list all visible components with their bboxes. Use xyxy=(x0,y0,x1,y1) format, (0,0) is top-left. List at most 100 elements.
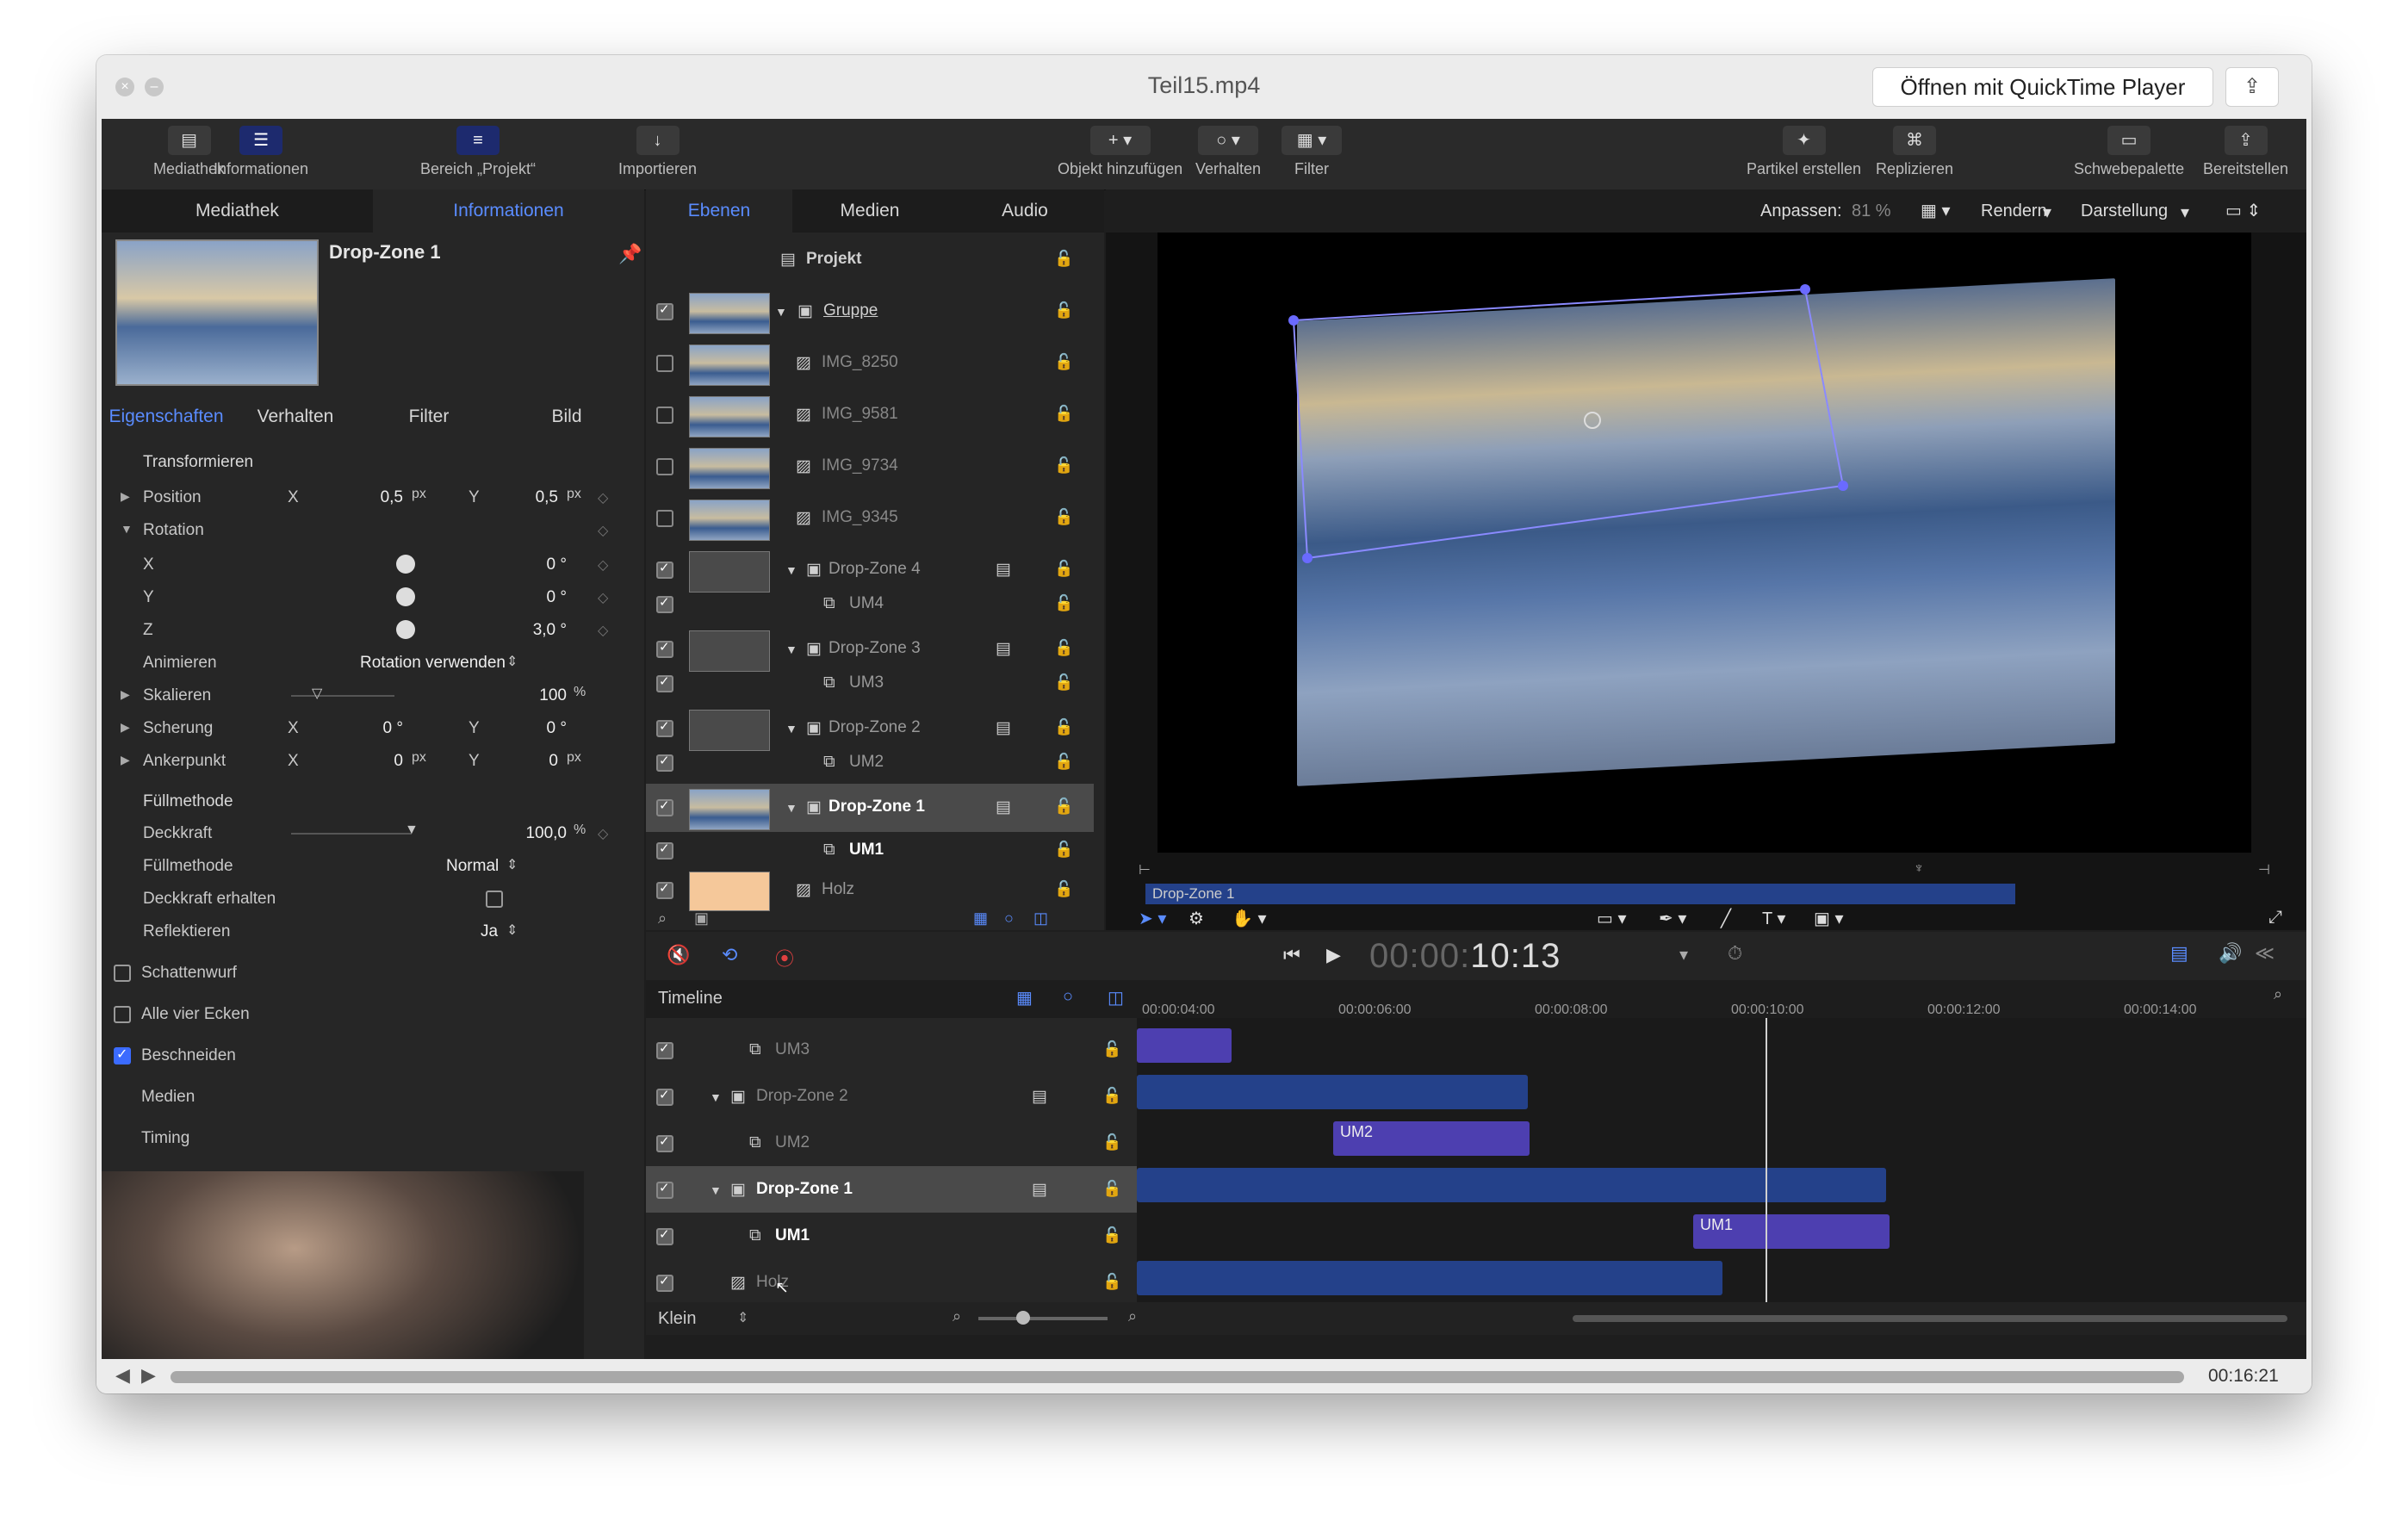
lock-icon[interactable]: 🔓 xyxy=(1054,250,1073,268)
timing-icon[interactable]: ⏱ xyxy=(1728,942,1742,965)
informationen-button[interactable]: ☰ Informationen xyxy=(214,126,308,178)
timecode-display[interactable]: 00:00:10:13 xyxy=(1369,937,1561,976)
layer-holz[interactable]: ▨ Holz 🔓 xyxy=(646,872,1094,911)
keyframe-editor-icon[interactable]: ≪ xyxy=(2255,942,2275,965)
schwebepalette-button[interactable]: ▭ Schwebepalette xyxy=(2074,126,2184,178)
lock-icon[interactable]: 🔓 xyxy=(1054,508,1073,526)
mini-timeline-bar[interactable]: Drop-Zone 1 xyxy=(1145,884,2015,904)
transform-handles[interactable] xyxy=(1106,189,2306,930)
search-icon[interactable]: ⌕ xyxy=(658,909,667,928)
zoom-slider-thumb[interactable] xyxy=(1016,1311,1030,1325)
timeline-row-drop-zone-2[interactable]: ▼ ▣ Drop-Zone 2 ▤ 🔓 xyxy=(646,1073,1137,1120)
tab-ebenen[interactable]: Ebenen xyxy=(646,189,792,233)
timeline-toggle-icon[interactable]: ▤ xyxy=(2170,942,2188,965)
pin-icon[interactable]: 📌 xyxy=(618,243,642,265)
layout-icon[interactable]: ▣ xyxy=(694,909,709,928)
layer-checkbox[interactable] xyxy=(656,1040,673,1059)
play-icon[interactable]: ▶ xyxy=(141,1364,156,1387)
disclosure-open-icon[interactable]: ▼ xyxy=(710,1090,722,1104)
timeline-row-um1[interactable]: ⧉ UM1 🔓 xyxy=(646,1213,1137,1259)
disclosure-icon[interactable]: ▶ xyxy=(121,720,130,735)
lock-icon[interactable]: 🔓 xyxy=(1054,405,1073,423)
disclosure-open-icon[interactable]: ▼ xyxy=(785,801,797,815)
lock-icon[interactable]: 🔓 xyxy=(1054,594,1073,612)
lock-icon[interactable]: 🔓 xyxy=(1054,353,1073,371)
disclosure-open-icon[interactable]: ▼ xyxy=(121,522,133,536)
timeline-row-um2[interactable]: ⧉ UM2 🔓 xyxy=(646,1120,1137,1166)
fullscreen-icon[interactable]: ⤢ xyxy=(2268,908,2282,928)
in-point-icon[interactable]: ⊢ xyxy=(1139,861,1151,878)
lock-icon[interactable]: 🔓 xyxy=(1054,673,1073,692)
layer-checkbox[interactable] xyxy=(656,1133,673,1152)
bereitstellen-button[interactable]: ⇪ Bereitstellen xyxy=(2203,126,2288,178)
tab-medien[interactable]: Medien xyxy=(792,189,947,233)
track-size-popup[interactable]: Klein xyxy=(658,1309,696,1329)
mask-toggle-icon[interactable]: ◫ xyxy=(1108,987,1124,1009)
reflektieren-popup[interactable]: Ja xyxy=(481,922,498,941)
mask-toggle-icon[interactable]: ◫ xyxy=(1033,909,1048,928)
lock-icon[interactable]: 🔓 xyxy=(1054,639,1073,657)
select-tool-icon[interactable]: ➤ ▾ xyxy=(1139,908,1166,929)
layer-checkbox[interactable] xyxy=(656,510,673,527)
behavior-toggle-icon[interactable]: ○ xyxy=(1004,909,1014,928)
layer-checkbox[interactable] xyxy=(656,673,673,692)
layer-checkbox[interactable] xyxy=(656,1087,673,1106)
lock-icon[interactable]: 🔓 xyxy=(1102,1180,1121,1198)
layer-um4[interactable]: ⧉ UM4 🔓 xyxy=(646,586,1094,625)
disclosure-icon[interactable]: ▶ xyxy=(121,753,130,767)
behavior-toggle-icon[interactable]: ○ xyxy=(1063,987,1073,1007)
layer-drop-zone-1[interactable]: ▼ ▣ Drop-Zone 1 ▤ 🔓 xyxy=(646,784,1094,832)
go-to-start-icon[interactable]: ⏮ xyxy=(1283,944,1300,966)
rotation-z-dial[interactable] xyxy=(396,620,415,639)
tab-filter[interactable]: Filter xyxy=(360,396,498,438)
timeline-scrollbar[interactable] xyxy=(1573,1315,2287,1322)
text-tool-icon[interactable]: T ▾ xyxy=(1762,908,1785,929)
filter-toggle-icon[interactable]: ▦ xyxy=(973,909,988,928)
clip-drop-zone-1[interactable] xyxy=(1137,1168,1886,1202)
layer-checkbox[interactable] xyxy=(656,753,673,772)
playhead-icon[interactable]: ♆ xyxy=(1914,861,1924,877)
lock-icon[interactable]: 🔓 xyxy=(1102,1226,1121,1244)
handle-bottom-left[interactable] xyxy=(1302,553,1313,563)
handle-top-right[interactable] xyxy=(1800,284,1810,295)
fuellmethode-popup[interactable]: Normal xyxy=(446,857,499,876)
layer-checkbox[interactable] xyxy=(656,880,673,899)
tab-eigenschaften[interactable]: Eigenschaften xyxy=(102,396,231,438)
layer-um2[interactable]: ⧉ UM2 🔓 xyxy=(646,744,1094,784)
zoom-in-icon[interactable]: ⌕ xyxy=(1128,1307,1137,1325)
pan-tool-icon[interactable]: ✋ ▾ xyxy=(1232,908,1267,929)
disclosure-icon[interactable]: ▶ xyxy=(121,489,130,504)
brush-tool-icon[interactable]: ╱ xyxy=(1721,908,1731,929)
layer-checkbox[interactable] xyxy=(656,841,673,860)
position-y-value[interactable]: 0,5 xyxy=(506,488,558,507)
layer-img-9581[interactable]: ▨ IMG_9581 🔓 xyxy=(646,391,1094,439)
layer-um3[interactable]: ⧉ UM3 🔓 xyxy=(646,665,1094,704)
pen-tool-icon[interactable]: ✒ ▾ xyxy=(1659,908,1686,929)
slider-thumb-icon[interactable]: ▼ xyxy=(405,822,419,838)
layer-checkbox[interactable] xyxy=(656,798,673,816)
medien-row[interactable]: Medien xyxy=(102,1080,636,1113)
verhalten-button[interactable]: ○ ▾ Verhalten xyxy=(1195,126,1261,178)
anchor-point[interactable] xyxy=(1584,412,1601,429)
importieren-button[interactable]: ↓ Importieren xyxy=(618,126,697,178)
open-with-quicktime-button[interactable]: Öffnen mit QuickTime Player xyxy=(1872,67,2213,107)
zoom-slider[interactable] xyxy=(978,1317,1108,1320)
layer-checkbox[interactable] xyxy=(656,718,673,737)
lock-icon[interactable]: 🔓 xyxy=(1054,798,1073,816)
replizieren-button[interactable]: ⌘ Replizieren xyxy=(1876,126,1953,178)
layer-project[interactable]: ▤ Projekt 🔓 xyxy=(646,236,1094,284)
disclosure-open-icon[interactable]: ▼ xyxy=(710,1183,722,1197)
lock-icon[interactable]: 🔓 xyxy=(1054,456,1073,475)
skalieren-slider[interactable] xyxy=(291,695,394,697)
loop-icon[interactable]: ⟲ xyxy=(722,944,737,966)
out-point-icon[interactable]: ⊣ xyxy=(2258,861,2270,878)
lock-icon[interactable]: 🔓 xyxy=(1054,880,1073,898)
lock-icon[interactable]: 🔓 xyxy=(1054,718,1073,736)
layer-img-8250[interactable]: ▨ IMG_8250 🔓 xyxy=(646,339,1094,388)
record-icon[interactable]: ⦿ xyxy=(775,944,794,971)
play-icon[interactable]: ▶ xyxy=(1326,944,1341,966)
disclosure-open-icon[interactable]: ▼ xyxy=(775,305,787,319)
playback-scrubber[interactable] xyxy=(171,1371,2184,1383)
lock-icon[interactable]: 🔓 xyxy=(1054,301,1073,320)
layer-img-9734[interactable]: ▨ IMG_9734 🔓 xyxy=(646,443,1094,491)
